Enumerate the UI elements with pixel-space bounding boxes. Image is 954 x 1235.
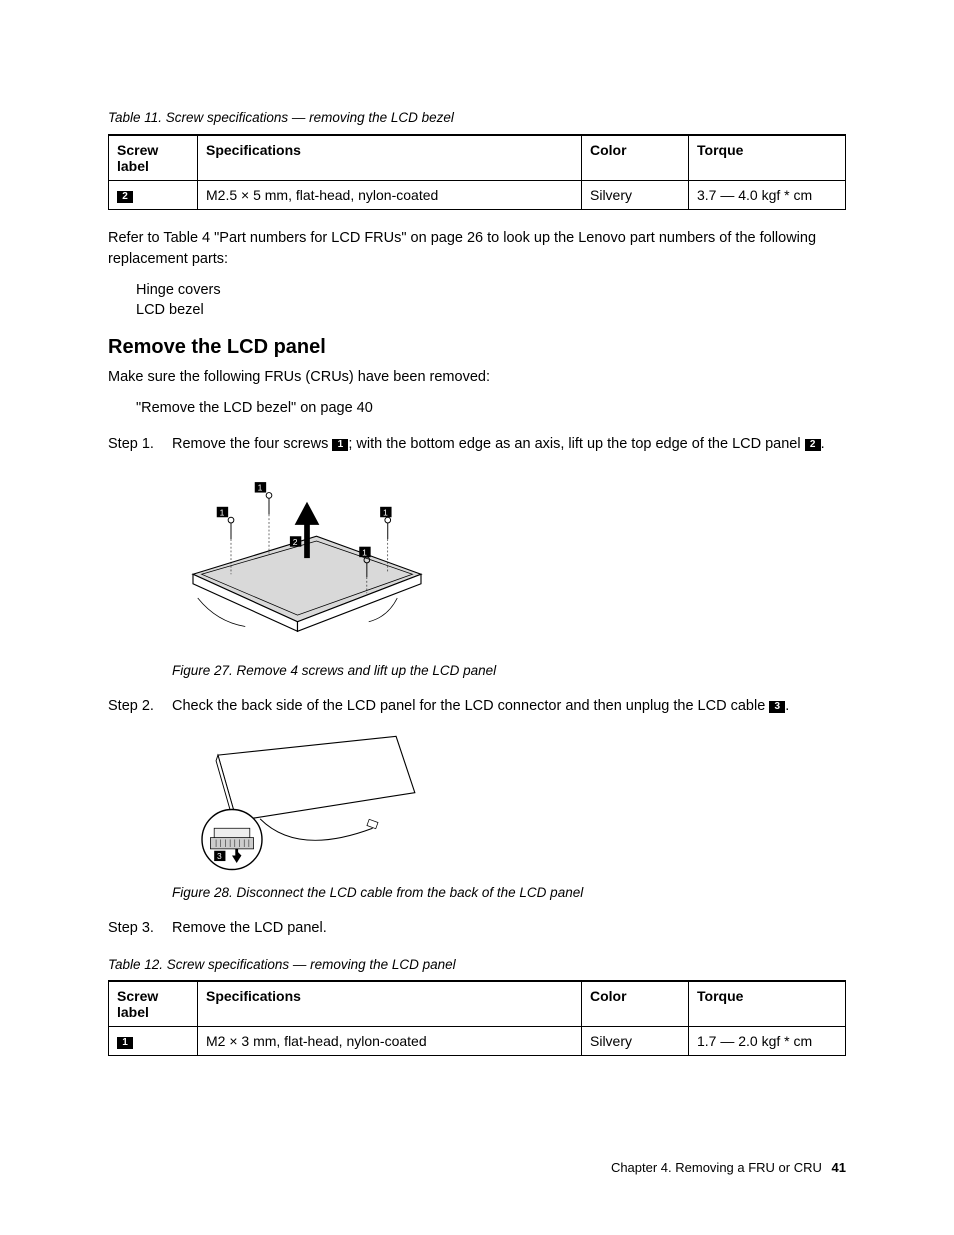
svg-text:1: 1 <box>220 507 225 517</box>
th-torque: Torque <box>689 981 846 1027</box>
th-screw-label: Screw label <box>109 981 198 1027</box>
prereq-list: "Remove the LCD bezel" on page 40 <box>136 400 846 416</box>
screw-label-callout: 2 <box>117 191 133 203</box>
step-label: Step 2. <box>108 696 172 717</box>
figure28-illustration: 3 <box>172 727 442 877</box>
cell-color: Silvery <box>582 180 689 209</box>
step-text: . <box>785 698 789 714</box>
table12: Screw label Specifications Color Torque … <box>108 980 846 1056</box>
table-header-row: Screw label Specifications Color Torque <box>109 981 846 1027</box>
section-heading: Remove the LCD panel <box>108 336 846 359</box>
step-text: ; with the bottom edge as an axis, lift … <box>348 436 804 452</box>
callout-3: 3 <box>769 701 785 713</box>
footer-chapter: Chapter 4. Removing a FRU or CRU <box>611 1160 822 1175</box>
step2: Step 2. Check the back side of the LCD p… <box>108 696 846 717</box>
figure28: 3 Figure 28. Disconnect the LCD cable fr… <box>172 727 846 900</box>
svg-text:1: 1 <box>383 507 388 517</box>
th-color: Color <box>582 135 689 181</box>
cell-color: Silvery <box>582 1027 689 1056</box>
svg-text:1: 1 <box>258 482 263 492</box>
footer-page-number: 41 <box>832 1160 846 1175</box>
table11-caption: Table 11. Screw specifications — removin… <box>108 108 846 128</box>
document-page: Table 11. Screw specifications — removin… <box>0 0 954 1235</box>
step-text: Remove the four screws <box>172 436 332 452</box>
figure28-caption: Figure 28. Disconnect the LCD cable from… <box>172 885 846 900</box>
replacement-parts-list: Hinge covers LCD bezel <box>136 282 846 318</box>
table12-caption: Table 12. Screw specifications — removin… <box>108 955 846 975</box>
table11: Screw label Specifications Color Torque … <box>108 134 846 210</box>
step1: Step 1. Remove the four screws 1; with t… <box>108 434 846 455</box>
step-body: Check the back side of the LCD panel for… <box>172 696 846 717</box>
table-header-row: Screw label Specifications Color Torque <box>109 135 846 181</box>
step-text: . <box>821 436 825 452</box>
cell-spec: M2.5 × 5 mm, flat-head, nylon-coated <box>198 180 582 209</box>
callout-2: 2 <box>805 439 821 451</box>
table-row: 2 M2.5 × 5 mm, flat-head, nylon-coated S… <box>109 180 846 209</box>
cell-torque: 1.7 — 2.0 kgf * cm <box>689 1027 846 1056</box>
intro-text: Make sure the following FRUs (CRUs) have… <box>108 367 846 388</box>
figure27-caption: Figure 27. Remove 4 screws and lift up t… <box>172 663 846 678</box>
figure27: 1 1 1 1 2 Figure 27. Remove 4 screws and… <box>172 465 846 678</box>
th-color: Color <box>582 981 689 1027</box>
refer-paragraph: Refer to Table 4 "Part numbers for LCD F… <box>108 228 846 270</box>
cell-screw-label: 1 <box>109 1027 198 1056</box>
list-item: Hinge covers <box>136 282 846 298</box>
list-item: "Remove the LCD bezel" on page 40 <box>136 400 846 416</box>
list-item: LCD bezel <box>136 302 846 318</box>
page-footer: Chapter 4. Removing a FRU or CRU 41 <box>611 1160 846 1175</box>
svg-text:1: 1 <box>362 547 367 557</box>
step-label: Step 1. <box>108 434 172 455</box>
th-screw-label: Screw label <box>109 135 198 181</box>
screw-label-callout: 1 <box>117 1037 133 1049</box>
step-body: Remove the four screws 1; with the botto… <box>172 434 846 455</box>
figure27-illustration: 1 1 1 1 2 <box>172 465 442 655</box>
cell-screw-label: 2 <box>109 180 198 209</box>
step-label: Step 3. <box>108 918 172 939</box>
callout-1: 1 <box>332 439 348 451</box>
step-body: Remove the LCD panel. <box>172 918 846 939</box>
svg-text:3: 3 <box>217 851 222 861</box>
step3: Step 3. Remove the LCD panel. <box>108 918 846 939</box>
table-row: 1 M2 × 3 mm, flat-head, nylon-coated Sil… <box>109 1027 846 1056</box>
th-specifications: Specifications <box>198 135 582 181</box>
cell-torque: 3.7 — 4.0 kgf * cm <box>689 180 846 209</box>
th-specifications: Specifications <box>198 981 582 1027</box>
th-torque: Torque <box>689 135 846 181</box>
cell-spec: M2 × 3 mm, flat-head, nylon-coated <box>198 1027 582 1056</box>
svg-text:2: 2 <box>293 536 298 546</box>
step-text: Check the back side of the LCD panel for… <box>172 698 769 714</box>
